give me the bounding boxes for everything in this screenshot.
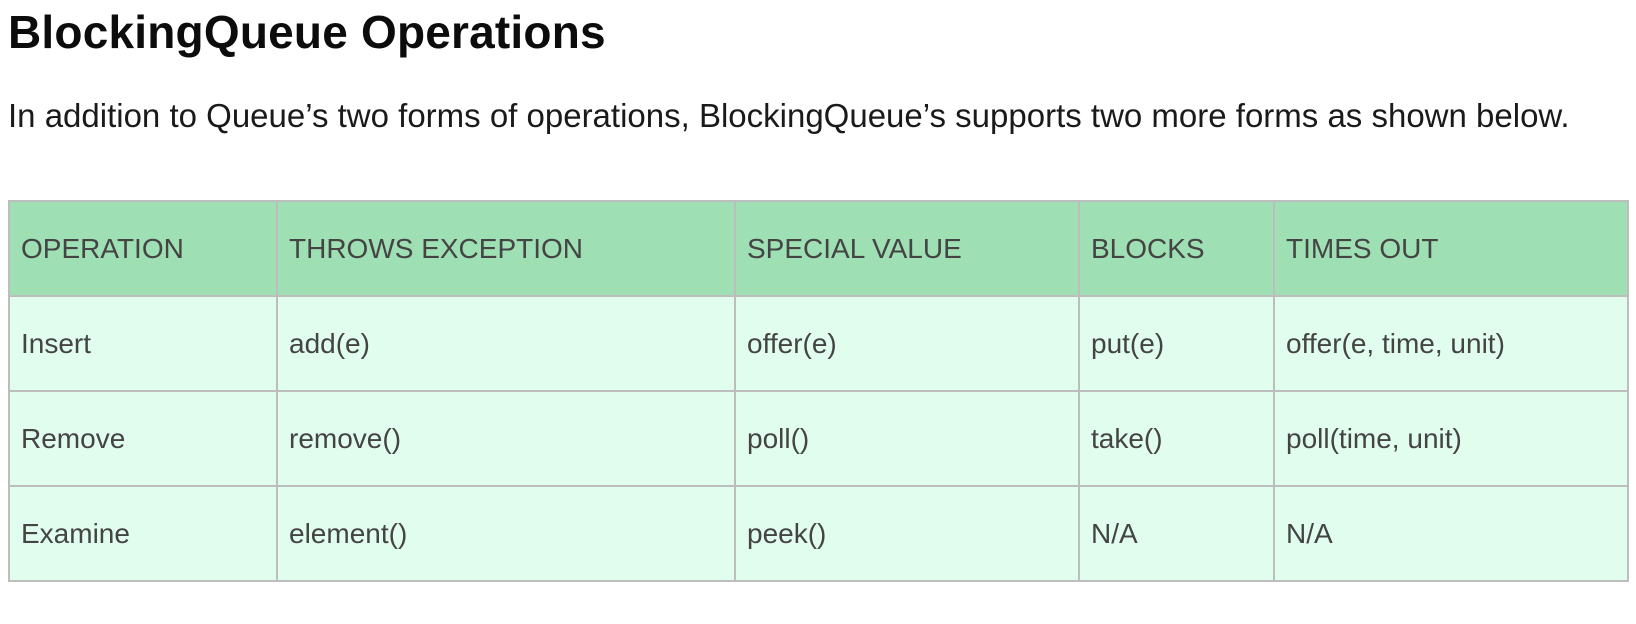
page-title: BlockingQueue Operations — [8, 6, 606, 58]
header-cell-special-value: SPECIAL VALUE — [734, 200, 1080, 297]
table-cell: Remove — [8, 390, 278, 487]
table-cell: poll(time, unit) — [1273, 390, 1629, 487]
table-cell: take() — [1078, 390, 1275, 487]
table-cell: N/A — [1078, 485, 1275, 582]
page: BlockingQueue Operations In addition to … — [0, 0, 1636, 624]
header-cell-blocks: BLOCKS — [1078, 200, 1275, 297]
table-cell: offer(e, time, unit) — [1273, 295, 1629, 392]
operations-table: OPERATION THROWS EXCEPTION SPECIAL VALUE… — [8, 200, 1629, 582]
table-cell: peek() — [734, 485, 1080, 582]
table-cell: offer(e) — [734, 295, 1080, 392]
header-row: OPERATION THROWS EXCEPTION SPECIAL VALUE… — [8, 200, 1629, 297]
header-cell-times-out: TIMES OUT — [1273, 200, 1629, 297]
table-cell: element() — [276, 485, 736, 582]
table-header: OPERATION THROWS EXCEPTION SPECIAL VALUE… — [8, 200, 1629, 297]
table-cell: Insert — [8, 295, 278, 392]
table-cell: put(e) — [1078, 295, 1275, 392]
intro-paragraph: In addition to Queue’s two forms of oper… — [8, 97, 1570, 134]
table-cell: remove() — [276, 390, 736, 487]
table-row: Remove remove() poll() take() poll(time,… — [8, 390, 1629, 487]
table-row: Examine element() peek() N/A N/A — [8, 485, 1629, 582]
table-cell: poll() — [734, 390, 1080, 487]
table-cell: add(e) — [276, 295, 736, 392]
table-cell: Examine — [8, 485, 278, 582]
table-row: Insert add(e) offer(e) put(e) offer(e, t… — [8, 295, 1629, 392]
table-cell: N/A — [1273, 485, 1629, 582]
header-cell-throws-exception: THROWS EXCEPTION — [276, 200, 736, 297]
table-body: Insert add(e) offer(e) put(e) offer(e, t… — [8, 295, 1629, 582]
header-cell-operation: OPERATION — [8, 200, 278, 297]
